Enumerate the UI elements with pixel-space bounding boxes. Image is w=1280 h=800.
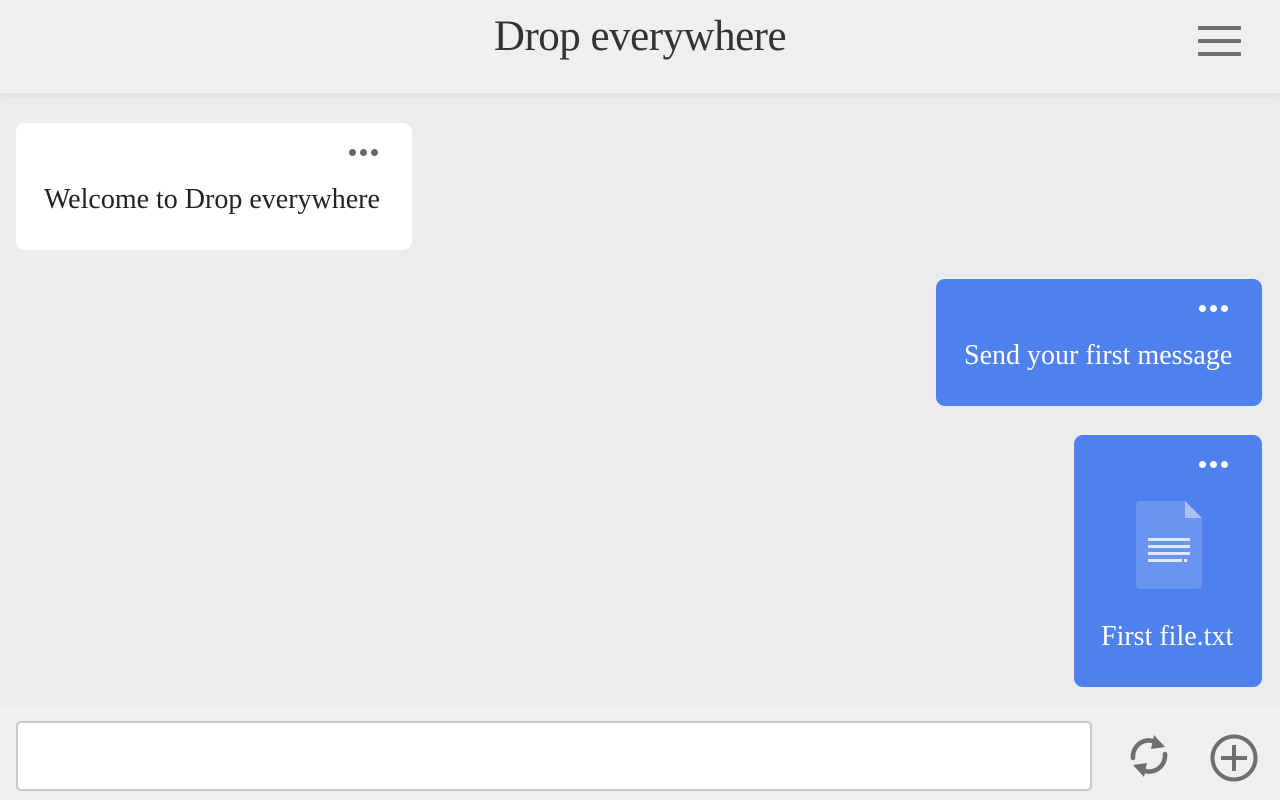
more-horizontal-icon[interactable] (349, 149, 378, 157)
app-header: Drop everywhere (0, 0, 1280, 94)
more-horizontal-icon[interactable] (1199, 305, 1228, 313)
message-bubble-first-message: Send your first message (936, 279, 1262, 406)
app-title: Drop everywhere (493, 13, 787, 60)
composer-bar (0, 706, 1280, 800)
message-text: Send your first message (964, 340, 1233, 371)
message-input[interactable] (16, 721, 1092, 791)
message-text: Welcome to Drop everywhere (44, 184, 380, 215)
more-horizontal-icon[interactable] (1199, 461, 1228, 469)
message-bubble-file[interactable]: First file.txt (1074, 435, 1262, 687)
file-name: First file.txt (1101, 621, 1234, 652)
text-document-icon (1136, 501, 1202, 589)
add-circle-icon[interactable] (1208, 732, 1260, 784)
hamburger-menu-icon[interactable] (1198, 24, 1242, 58)
message-bubble-welcome: Welcome to Drop everywhere (16, 123, 412, 250)
refresh-icon[interactable] (1125, 731, 1173, 781)
